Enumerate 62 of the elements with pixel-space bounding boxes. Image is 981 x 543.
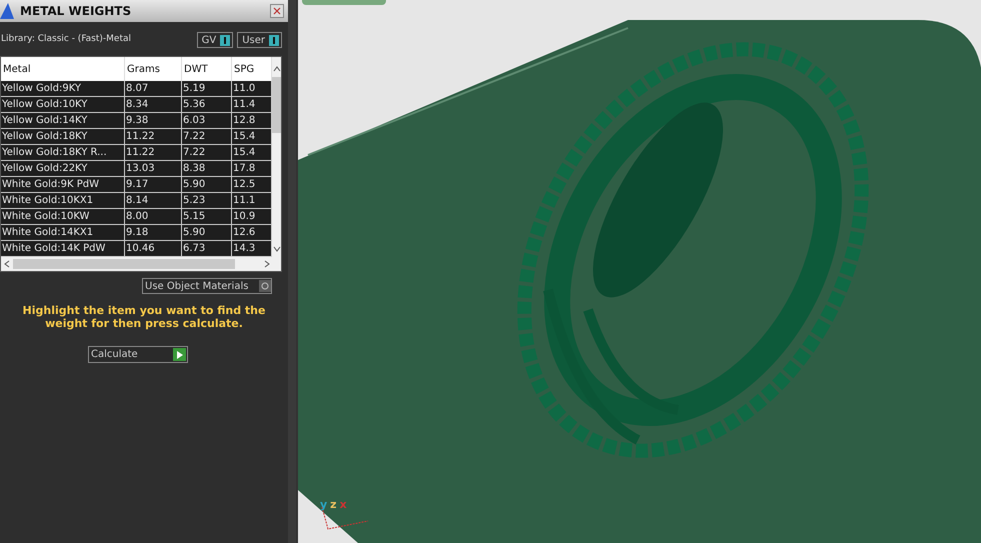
table-cell: White Gold:10KX1 <box>1 193 125 208</box>
vertical-scrollbar[interactable] <box>272 57 281 257</box>
table-cell: 8.38 <box>182 161 232 176</box>
panel-title: METAL WEIGHTS <box>20 3 132 20</box>
calculate-button[interactable]: Calculate <box>88 346 188 363</box>
table-cell: White Gold:14K PdW <box>1 241 125 256</box>
table-cell: 8.00 <box>125 209 182 224</box>
table-cell: White Gold:9K PdW <box>1 177 125 192</box>
close-button[interactable] <box>270 4 284 18</box>
table-row[interactable]: White Gold:10KX1 8.14 5.23 11.1 <box>1 193 272 209</box>
table-row[interactable]: White Gold:9K PdW 9.17 5.90 12.5 <box>1 177 272 193</box>
table-cell: 5.15 <box>182 209 232 224</box>
table-cell: 8.07 <box>125 81 182 96</box>
table-cell: Yellow Gold:10KY <box>1 97 125 112</box>
toggle-button[interactable]: User <box>237 32 282 48</box>
table-cell: 5.19 <box>182 81 232 96</box>
table-cell: 6.03 <box>182 113 232 128</box>
table-cell: 11.22 <box>125 145 182 160</box>
table-cell: 5.90 <box>182 225 232 240</box>
table-cell: 8.34 <box>125 97 182 112</box>
play-icon <box>176 350 182 358</box>
table-row[interactable]: Yellow Gold:10KY 8.34 5.36 11.4 <box>1 97 272 113</box>
table-cell: Yellow Gold:18KY <box>1 129 125 144</box>
table-cell: 8.14 <box>125 193 182 208</box>
table-cell: White Gold:10KW <box>1 209 125 224</box>
table-row[interactable]: Yellow Gold:18KY 11.22 7.22 15.4 <box>1 129 272 145</box>
horizontal-scrollbar[interactable] <box>1 257 281 271</box>
table-cell: 5.36 <box>182 97 232 112</box>
table-cell: Yellow Gold:22KY <box>1 161 125 176</box>
cone-icon <box>0 1 16 21</box>
circle-icon <box>261 282 269 290</box>
table-cell: 7.22 <box>182 145 232 160</box>
table-cell: 5.23 <box>182 193 232 208</box>
table-cell: 6.73 <box>182 241 232 256</box>
table-cell: Yellow Gold:14KY <box>1 113 125 128</box>
table-row[interactable]: Yellow Gold:22KY 13.03 8.38 17.8 <box>1 161 272 177</box>
close-icon <box>273 7 281 15</box>
table-row[interactable]: White Gold:10KW 8.00 5.15 10.9 <box>1 209 272 225</box>
toggle-button[interactable]: GV <box>196 32 234 48</box>
table-cell: 11.22 <box>125 129 182 144</box>
hint-text: Highlight the item you want to find the weight for then press calculate. <box>22 304 266 330</box>
table-row[interactable]: Yellow Gold:14KY 9.38 6.03 12.8 <box>1 113 272 129</box>
table-cell: Yellow Gold:9KY <box>1 81 125 96</box>
use-object-materials-toggle[interactable]: Use Object Materials <box>142 278 272 294</box>
table-cell: 9.18 <box>125 225 182 240</box>
table-row[interactable]: Yellow Gold:18KY R... 11.22 7.22 15.4 <box>1 145 272 161</box>
table-cell: 9.38 <box>125 113 182 128</box>
library-label: Library: Classic - (Fast)-Metal <box>1 33 132 46</box>
table-cell: White Gold:14KX1 <box>1 225 125 240</box>
table-cell: 13.03 <box>125 161 182 176</box>
table-row[interactable]: White Gold:14K PdW 10.46 6.73 14.3 <box>1 241 272 257</box>
viewport[interactable]: y z x <box>296 0 981 543</box>
table-row[interactable]: Yellow Gold:9KY 8.07 5.19 11.0 <box>1 81 272 97</box>
axis-label: z <box>330 496 337 512</box>
table-row[interactable]: White Gold:14KX1 9.18 5.90 12.6 <box>1 225 272 241</box>
table-cell: 5.90 <box>182 177 232 192</box>
axis-label: x <box>340 496 347 512</box>
table-cell: 7.22 <box>182 129 232 144</box>
axis-label: y <box>320 496 328 512</box>
table-cell: Yellow Gold:18KY R... <box>1 145 125 160</box>
table-cell: 10.46 <box>125 241 182 256</box>
table-cell: 9.17 <box>125 177 182 192</box>
